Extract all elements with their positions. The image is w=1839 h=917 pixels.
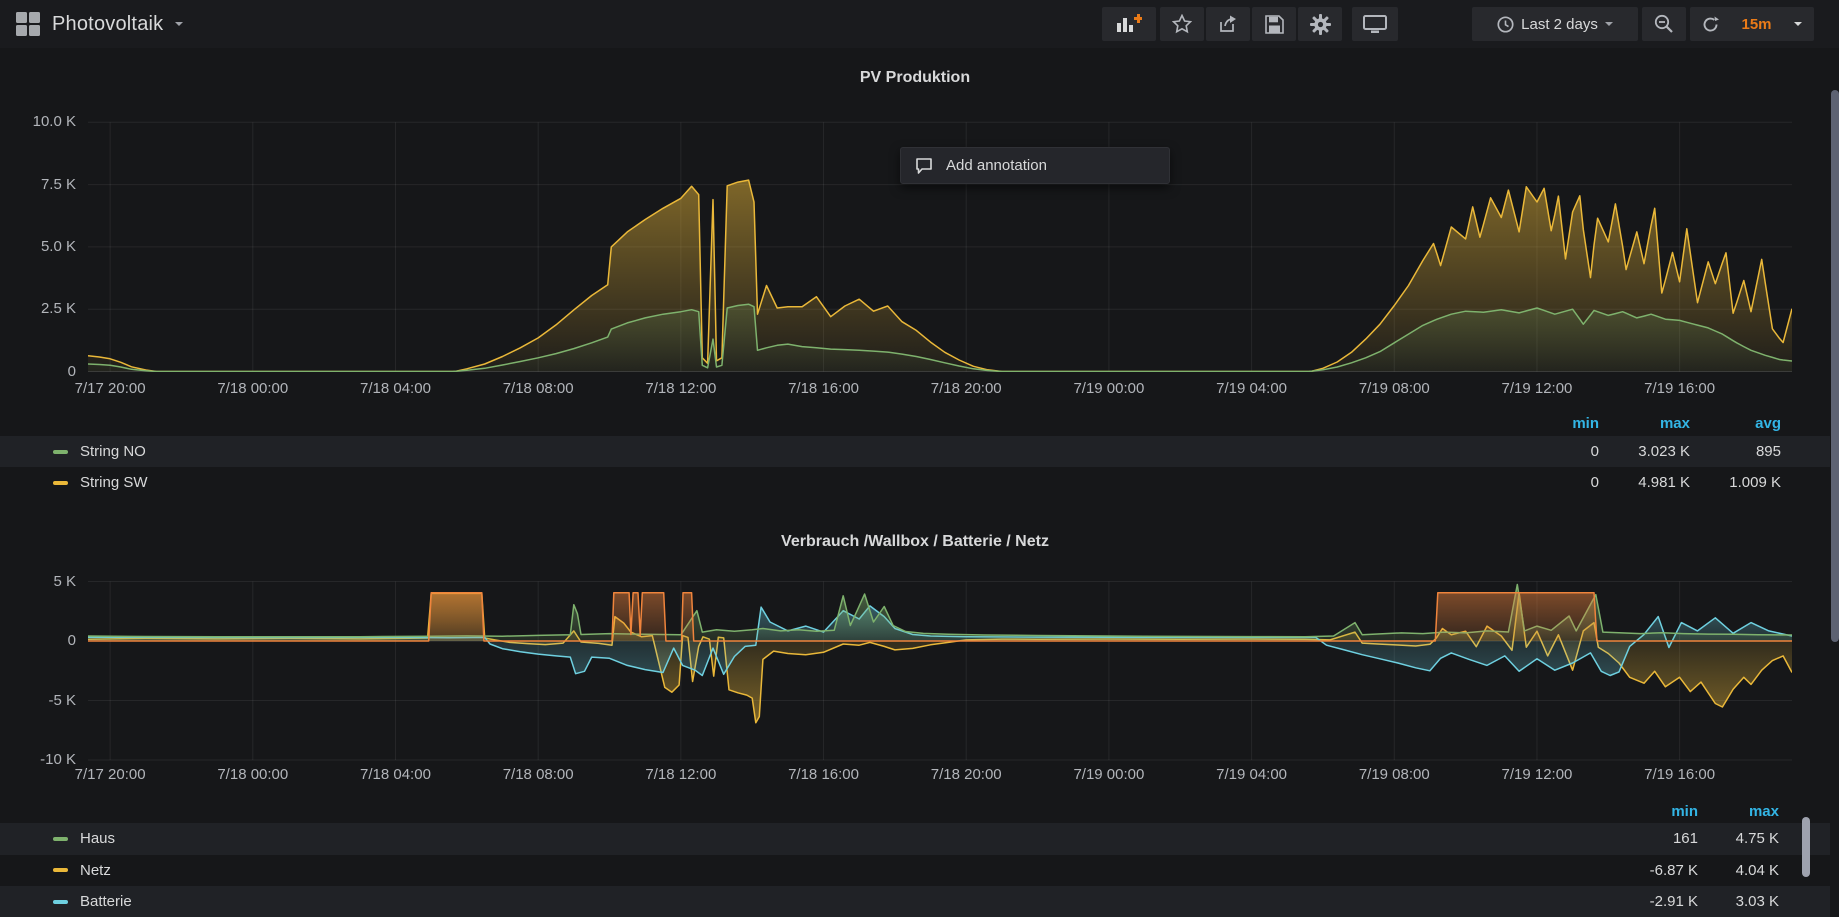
share-icon — [1218, 14, 1238, 34]
x-axis-tick-label: 7/18 04:00 — [340, 380, 450, 397]
panel-title-verbrauch[interactable]: Verbrauch /Wallbox / Batterie / Netz — [0, 533, 1830, 551]
x-axis-tick-label: 7/18 16:00 — [769, 380, 879, 397]
legend-stat-value: 3.03 K — [1659, 893, 1779, 910]
refresh-button-group[interactable]: 15m — [1690, 7, 1814, 41]
x-axis-tick-label: 7/18 20:00 — [911, 380, 1021, 397]
legend-series-swatch — [53, 481, 68, 485]
legend-series-swatch — [53, 900, 68, 904]
panel-title-pv-produktion[interactable]: PV Produktion — [0, 69, 1830, 87]
tv-mode-button[interactable] — [1352, 7, 1398, 41]
y-axis-tick-label: 10.0 K — [6, 113, 76, 130]
add-annotation-menu-item[interactable]: Add annotation — [900, 147, 1170, 184]
refresh-interval-label: 15m — [1741, 16, 1771, 33]
legend-stat-header[interactable]: avg — [1661, 415, 1781, 432]
page-scrollbar[interactable] — [1831, 90, 1839, 642]
star-button[interactable] — [1160, 7, 1204, 41]
legend-stat-value: 4.75 K — [1659, 830, 1779, 847]
y-axis-tick-label: 2.5 K — [6, 300, 76, 317]
y-axis-tick-label: 5 K — [6, 573, 76, 590]
tv-icon — [1363, 14, 1387, 35]
add-panel-button[interactable] — [1102, 7, 1156, 41]
dashboard-title[interactable]: Photovoltaik — [52, 13, 163, 36]
x-axis-tick-label: 7/18 08:00 — [483, 766, 593, 783]
legend-series-label[interactable]: Netz — [80, 862, 111, 879]
legend-series-swatch — [53, 450, 68, 454]
add-annotation-label: Add annotation — [946, 157, 1047, 174]
legend-series-label[interactable]: Batterie — [80, 893, 132, 910]
dashboard-title-caret-icon[interactable] — [175, 22, 183, 26]
legend-row[interactable]: Batterie-2.91 K3.03 K — [0, 886, 1830, 917]
legend-header-row: minmax — [0, 803, 1830, 823]
x-axis-tick-label: 7/19 08:00 — [1339, 380, 1449, 397]
y-axis-tick-label: 0 — [6, 363, 76, 380]
time-range-label: Last 2 days — [1521, 16, 1598, 33]
y-axis-tick-label: -5 K — [6, 692, 76, 709]
x-axis-tick-label: 7/19 12:00 — [1482, 766, 1592, 783]
settings-button[interactable] — [1298, 7, 1342, 41]
add-panel-icon — [1116, 14, 1142, 34]
x-axis-tick-label: 7/18 00:00 — [198, 766, 308, 783]
share-button[interactable] — [1206, 7, 1250, 41]
x-axis-tick-label: 7/18 04:00 — [340, 766, 450, 783]
clock-icon — [1497, 16, 1514, 33]
x-axis-tick-label: 7/18 12:00 — [626, 380, 736, 397]
save-button[interactable] — [1252, 7, 1296, 41]
grafana-dashboard: Photovoltaik — [0, 0, 1839, 917]
x-axis-tick-label: 7/17 20:00 — [55, 380, 165, 397]
x-axis-tick-label: 7/17 20:00 — [55, 766, 165, 783]
y-axis-tick-label: 0 — [6, 632, 76, 649]
legend-scrollbar[interactable] — [1802, 817, 1810, 877]
legend-row[interactable]: String NO03.023 K895 — [0, 436, 1830, 467]
legend-stat-value: 1.009 K — [1661, 474, 1781, 491]
legend-header-row: minmaxavg — [0, 415, 1830, 435]
x-axis-tick-label: 7/18 08:00 — [483, 380, 593, 397]
legend-row[interactable]: String SW04.981 K1.009 K — [0, 467, 1830, 498]
time-range-caret-icon — [1605, 22, 1613, 26]
x-axis-tick-label: 7/19 08:00 — [1339, 766, 1449, 783]
time-range-picker[interactable]: Last 2 days — [1472, 7, 1638, 41]
x-axis-tick-label: 7/18 12:00 — [626, 766, 736, 783]
gear-icon — [1310, 14, 1331, 35]
legend-series-label[interactable]: String NO — [80, 443, 146, 460]
navbar: Photovoltaik — [0, 0, 1839, 48]
x-axis-tick-label: 7/18 20:00 — [911, 766, 1021, 783]
y-axis-tick-label: 5.0 K — [6, 238, 76, 255]
comment-icon — [915, 157, 933, 175]
x-axis-tick-label: 7/19 16:00 — [1625, 380, 1735, 397]
refresh-icon — [1702, 16, 1719, 33]
legend-series-swatch — [53, 837, 68, 841]
apps-grid-icon[interactable] — [16, 12, 40, 36]
legend-series-swatch — [53, 868, 68, 872]
x-axis-tick-label: 7/19 04:00 — [1197, 766, 1307, 783]
legend-stat-value: 4.04 K — [1659, 862, 1779, 879]
x-axis-tick-label: 7/19 00:00 — [1054, 766, 1164, 783]
legend-stat-value: 895 — [1661, 443, 1781, 460]
verbrauch-chart-canvas[interactable] — [88, 560, 1792, 775]
x-axis-tick-label: 7/19 16:00 — [1625, 766, 1735, 783]
legend-row[interactable]: Haus1614.75 K — [0, 823, 1830, 855]
save-icon — [1265, 15, 1284, 34]
x-axis-tick-label: 7/19 12:00 — [1482, 380, 1592, 397]
legend-series-label[interactable]: Haus — [80, 830, 115, 847]
x-axis-tick-label: 7/18 16:00 — [769, 766, 879, 783]
legend-stat-header[interactable]: max — [1659, 803, 1779, 820]
zoom-out-button[interactable] — [1642, 7, 1686, 41]
zoom-out-icon — [1654, 14, 1674, 34]
x-axis-tick-label: 7/18 00:00 — [198, 380, 308, 397]
legend-series-label[interactable]: String SW — [80, 474, 148, 491]
refresh-caret-icon — [1794, 22, 1802, 26]
star-icon — [1172, 14, 1192, 34]
x-axis-tick-label: 7/19 04:00 — [1197, 380, 1307, 397]
legend-row[interactable]: Netz-6.87 K4.04 K — [0, 855, 1830, 887]
y-axis-tick-label: 7.5 K — [6, 176, 76, 193]
x-axis-tick-label: 7/19 00:00 — [1054, 380, 1164, 397]
